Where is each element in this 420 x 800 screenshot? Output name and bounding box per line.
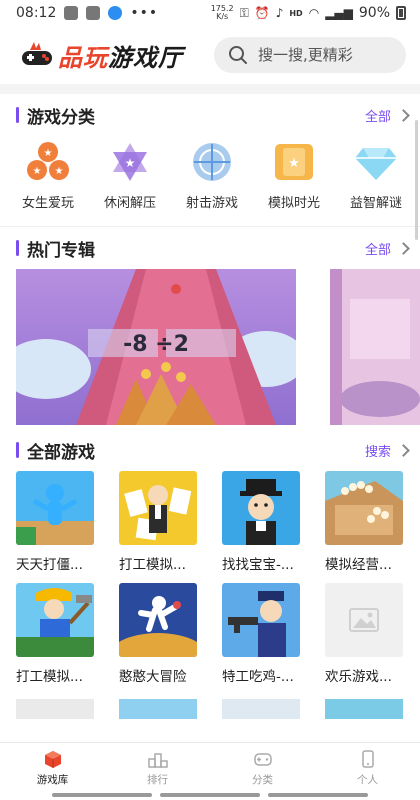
category-item[interactable]: 射击游戏 — [174, 140, 250, 220]
gamepad-icon — [253, 753, 272, 766]
game-name: 打工模拟... — [16, 669, 83, 685]
app-icon — [86, 6, 101, 20]
game-name: 找找宝宝-... — [222, 557, 294, 573]
wifi-icon: ◠ — [308, 6, 320, 20]
bottom-tab-bar: 游戏库 排行 分类 个人 — [0, 742, 420, 800]
app-logo: 品玩游戏厅 — [20, 38, 183, 73]
albums-title: 热门专辑 — [27, 240, 95, 261]
game-item[interactable]: 天天打僵... — [16, 471, 94, 573]
gamepad-flame-icon — [20, 40, 54, 70]
signal-icon: ▂▄▆ — [325, 6, 353, 20]
app-header: 品玩游戏厅 — [0, 26, 420, 84]
game-thumbnail[interactable] — [325, 699, 403, 719]
category-item[interactable]: 益智解谜 — [338, 140, 414, 220]
game-thumbnail — [222, 471, 300, 545]
chevron-right-icon — [397, 443, 410, 457]
album-banner[interactable] — [330, 269, 420, 425]
game-name: 特工吃鸡-... — [222, 669, 294, 685]
categories-section: 游戏分类 全部 ★ ★ ★ 女生爱玩 ★ 休闲解压 射击游戏 ★ 模拟时光 益智… — [0, 94, 420, 227]
svg-text:★: ★ — [288, 156, 300, 171]
star-of-david-icon: ★ — [107, 140, 153, 184]
game-thumbnail — [119, 471, 197, 545]
game-name: 打工模拟... — [119, 557, 186, 573]
crosshair-icon — [189, 140, 235, 184]
album-banner[interactable]: -8 ÷2 — [16, 269, 296, 425]
svg-text:★: ★ — [55, 166, 64, 177]
logo-text-accent: 品玩 — [58, 43, 108, 72]
image-placeholder-icon — [349, 608, 379, 632]
podium-icon — [147, 753, 168, 768]
game-thumbnail-placeholder — [325, 583, 403, 657]
mute-icon: ♪ — [275, 6, 284, 20]
game-thumbnail — [119, 583, 197, 657]
more-notifications-icon: ••• — [130, 5, 159, 21]
game-thumbnail — [16, 471, 94, 545]
game-thumbnail[interactable] — [222, 699, 300, 719]
message-icon — [64, 6, 79, 20]
game-name: 模拟经营... — [325, 557, 392, 573]
category-item[interactable]: ★ ★ ★ 女生爱玩 — [10, 140, 86, 220]
title-accent-bar — [16, 442, 19, 458]
svg-text:★: ★ — [44, 148, 53, 159]
navigation-handle — [0, 793, 420, 797]
game-thumbnail — [16, 583, 94, 657]
hd-badge: HD — [289, 8, 303, 18]
game-thumbnail[interactable] — [16, 699, 94, 719]
cube-icon — [44, 751, 61, 768]
game-item[interactable]: 模拟经营... — [325, 471, 403, 573]
games-section: 全部游戏 搜索 天天打僵... 打工模拟... 找找宝宝-... 模拟经营...… — [0, 429, 420, 719]
game-name: 憨憨大冒险 — [119, 669, 187, 685]
categories-title: 游戏分类 — [27, 107, 95, 128]
game-item[interactable]: 打工模拟... — [119, 471, 197, 573]
games-title: 全部游戏 — [27, 442, 95, 463]
phone-user-icon — [361, 750, 374, 768]
albums-more-link[interactable]: 全部 — [365, 239, 410, 258]
games-search-link[interactable]: 搜索 — [365, 441, 410, 460]
coins-icon: ★ ★ ★ — [25, 140, 71, 184]
game-item[interactable]: 特工吃鸡-... — [222, 583, 300, 685]
chevron-right-icon — [397, 241, 410, 255]
category-item[interactable]: ★ 休闲解压 — [92, 140, 168, 220]
title-accent-bar — [16, 240, 19, 256]
chevron-right-icon — [397, 108, 410, 122]
game-item[interactable]: 憨憨大冒险 — [119, 583, 197, 685]
status-bar: 08:12 ••• 175.2 K/s ⚿ ⏰ ♪ HD ◠ ▂▄▆ 90% — [0, 0, 420, 26]
scrollbar[interactable] — [415, 120, 418, 240]
search-icon — [229, 46, 247, 64]
logo-text-main: 游戏厅 — [108, 43, 183, 72]
game-thumbnail[interactable] — [119, 699, 197, 719]
svg-text:★: ★ — [125, 156, 136, 170]
title-accent-bar — [16, 107, 19, 123]
game-thumbnail — [325, 471, 403, 545]
search-bar[interactable] — [214, 37, 406, 73]
svg-text:★: ★ — [33, 166, 42, 177]
battery-icon — [396, 6, 406, 20]
game-name: 欢乐游戏... — [325, 669, 392, 685]
banner-text: -8 ÷2 — [123, 332, 189, 357]
categories-more-link[interactable]: 全部 — [365, 106, 410, 125]
game-thumbnail — [222, 583, 300, 657]
albums-section: 热门专辑 全部 -8 ÷2 — [0, 227, 420, 429]
game-item[interactable]: 打工模拟... — [16, 583, 94, 685]
star-card-icon: ★ — [271, 140, 317, 184]
status-time: 08:12 — [16, 5, 57, 21]
battery-percent: 90% — [358, 5, 390, 21]
vpn-key-icon: ⚿ — [239, 5, 249, 20]
diamond-icon — [353, 140, 399, 184]
net-speed: 175.2 K/s — [210, 4, 234, 21]
game-name: 天天打僵... — [16, 557, 83, 573]
section-divider — [0, 84, 420, 94]
search-input[interactable] — [258, 46, 388, 64]
category-item[interactable]: ★ 模拟时光 — [256, 140, 332, 220]
game-item[interactable]: 欢乐游戏... — [325, 583, 403, 685]
qq-icon — [108, 6, 123, 20]
game-item[interactable]: 找找宝宝-... — [222, 471, 300, 573]
alarm-icon: ⏰ — [254, 6, 270, 20]
